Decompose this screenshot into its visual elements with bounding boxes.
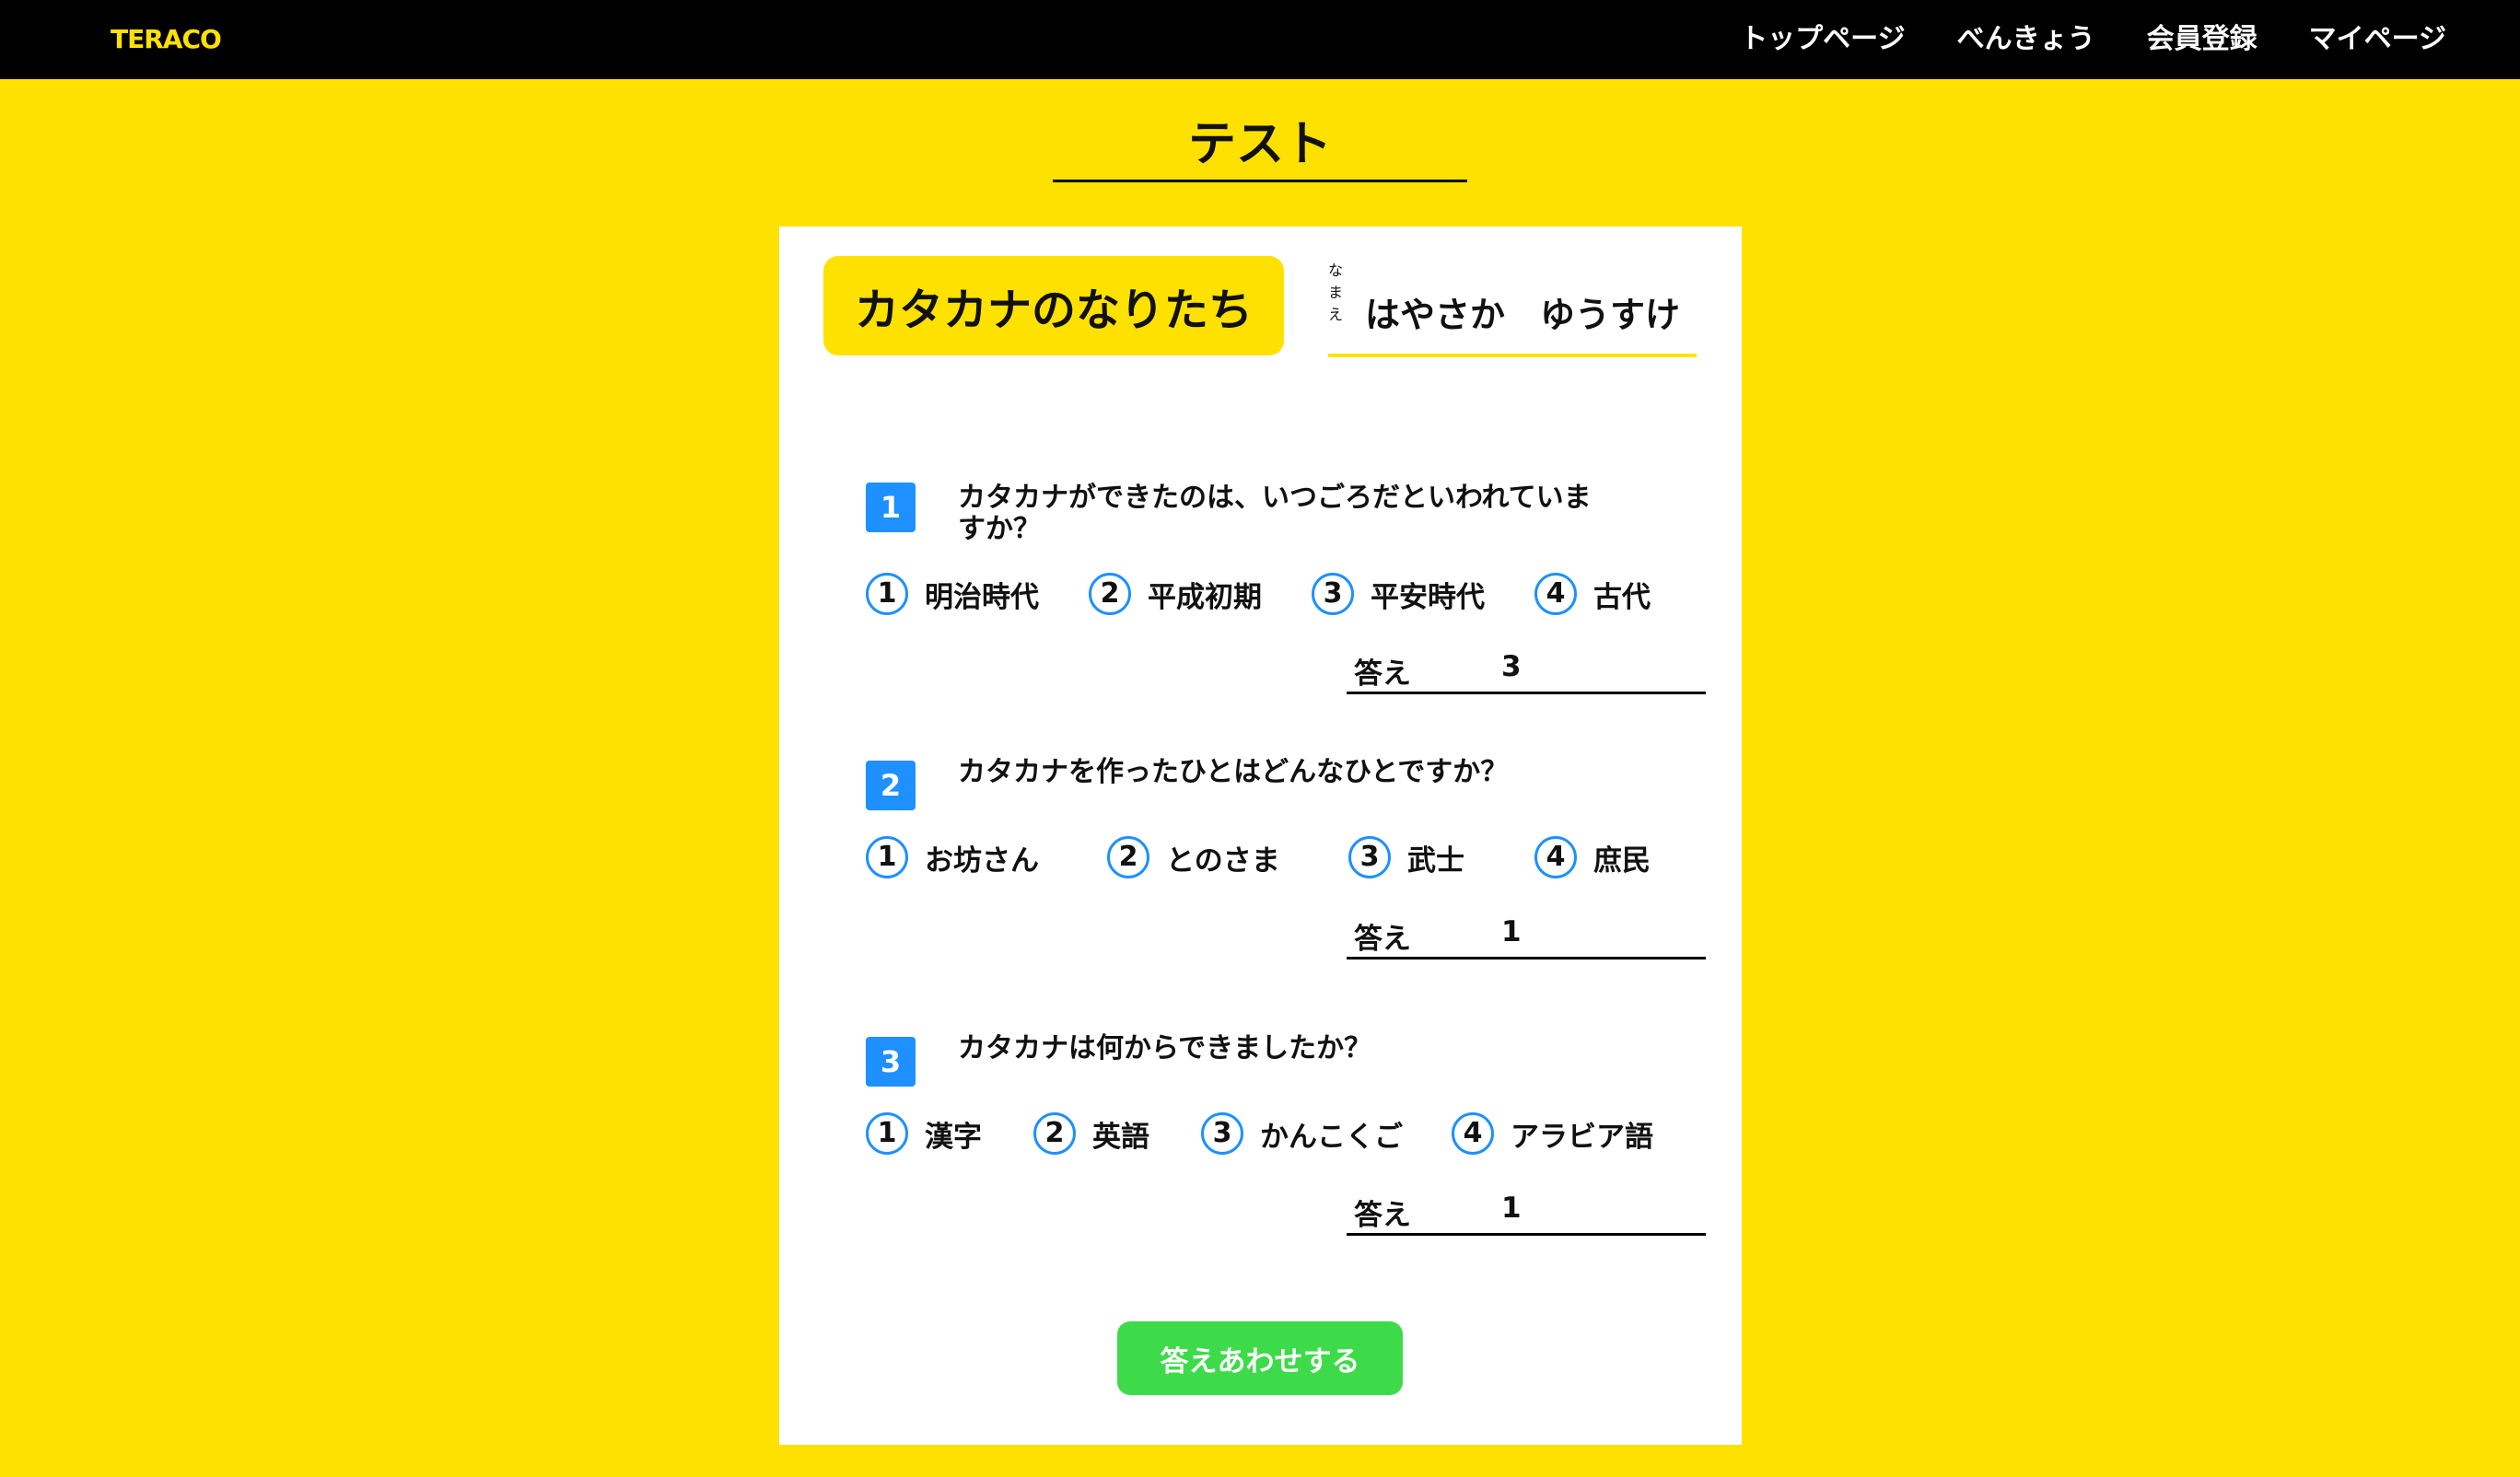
option-label: 明治時代 [925,580,1039,614]
answer-label: 答え [1354,657,1411,691]
option-label: 古代 [1593,580,1651,614]
answer-option[interactable]: 3 かんこくご [1201,1112,1403,1155]
answer-value: 1 [1501,915,1522,948]
option-label: 平成初期 [1148,580,1262,614]
answer-option[interactable]: 1 お坊さん [866,836,1039,878]
page-title: テスト [1187,117,1332,172]
question-number-badge: 1 [866,483,916,532]
option-label: 庶民 [1593,843,1651,878]
title-underline [1053,180,1467,182]
option-label: とのさま [1166,843,1280,878]
answer-field[interactable]: 答え 3 [1347,643,1706,694]
option-number-circle: 2 [1033,1112,1076,1155]
test-card: カタカナのなりたち な ま え はやさか ゆうすけ 1 カタカナができたのは、い… [779,227,1742,1445]
check-answers-button[interactable]: 答えあわせする [1117,1321,1403,1395]
option-label: 英語 [1092,1120,1149,1154]
main-nav: トップページ べんきょう 会員登録 マイページ [1740,20,2446,59]
option-label: かんこくご [1260,1120,1403,1154]
ruby-char: え [1327,306,1343,323]
answer-field[interactable]: 答え 1 [1347,908,1706,959]
teraco-logo[interactable]: TERACO [111,24,222,54]
answer-label: 答え [1354,1199,1411,1232]
nav-link-my-page[interactable]: マイページ [2309,20,2446,59]
answer-option[interactable]: 1 明治時代 [866,573,1039,615]
option-label: 漢字 [925,1120,982,1154]
top-nav-bar: TERACO トップページ べんきょう 会員登録 マイページ [0,0,2520,79]
answer-option[interactable]: 4 アラビア語 [1452,1112,1653,1155]
option-number-circle: 1 [866,573,908,615]
option-number-circle: 3 [1348,836,1391,878]
answer-option[interactable]: 3 武士 [1348,836,1464,878]
option-number-circle: 3 [1312,573,1354,615]
answer-option[interactable]: 2 とのさま [1107,836,1280,878]
question-text: カタカナができたのは、いつごろだといわれていますか？ [958,482,1592,545]
option-number-circle: 2 [1107,836,1149,878]
nav-link-study[interactable]: べんきょう [1957,20,2095,59]
answer-option[interactable]: 4 庶民 [1534,836,1651,878]
answer-option[interactable]: 3 平安時代 [1312,573,1485,615]
question-text: カタカナは何からできましたか？ [958,1032,1372,1064]
option-number-circle: 4 [1534,836,1577,878]
option-number-circle: 4 [1452,1112,1494,1155]
nav-link-register[interactable]: 会員登録 [2147,20,2258,59]
answer-value: 1 [1501,1192,1522,1225]
option-number-circle: 1 [866,836,908,878]
question-text: カタカナを作ったひとはどんなひとですか？ [958,756,1509,788]
answer-label: 答え [1354,923,1411,956]
ruby-char: な [1327,262,1343,279]
option-label: 武士 [1407,843,1464,878]
subject-title: カタカナのなりたち [823,256,1284,355]
option-number-circle: 4 [1534,573,1577,615]
option-label: アラビア語 [1511,1120,1653,1154]
option-number-circle: 3 [1201,1112,1243,1155]
option-number-circle: 2 [1089,573,1131,615]
option-number-circle: 1 [866,1112,908,1155]
answer-field[interactable]: 答え 1 [1347,1184,1706,1236]
name-underline [1328,354,1697,357]
nav-link-top-page[interactable]: トップページ [1740,20,1905,59]
student-name: はやさか ゆうすけ [1365,295,1681,335]
question-number-badge: 3 [866,1037,916,1087]
answer-option[interactable]: 1 漢字 [866,1112,982,1155]
answer-option[interactable]: 2 英語 [1033,1112,1149,1155]
answer-value: 3 [1501,650,1522,683]
ruby-char: ま [1327,284,1343,301]
answer-option[interactable]: 2 平成初期 [1089,573,1262,615]
answer-option[interactable]: 4 古代 [1534,573,1651,615]
option-label: お坊さん [925,843,1039,878]
name-ruby: な ま え [1326,260,1345,326]
option-label: 平安時代 [1371,580,1485,614]
question-number-badge: 2 [866,761,916,810]
